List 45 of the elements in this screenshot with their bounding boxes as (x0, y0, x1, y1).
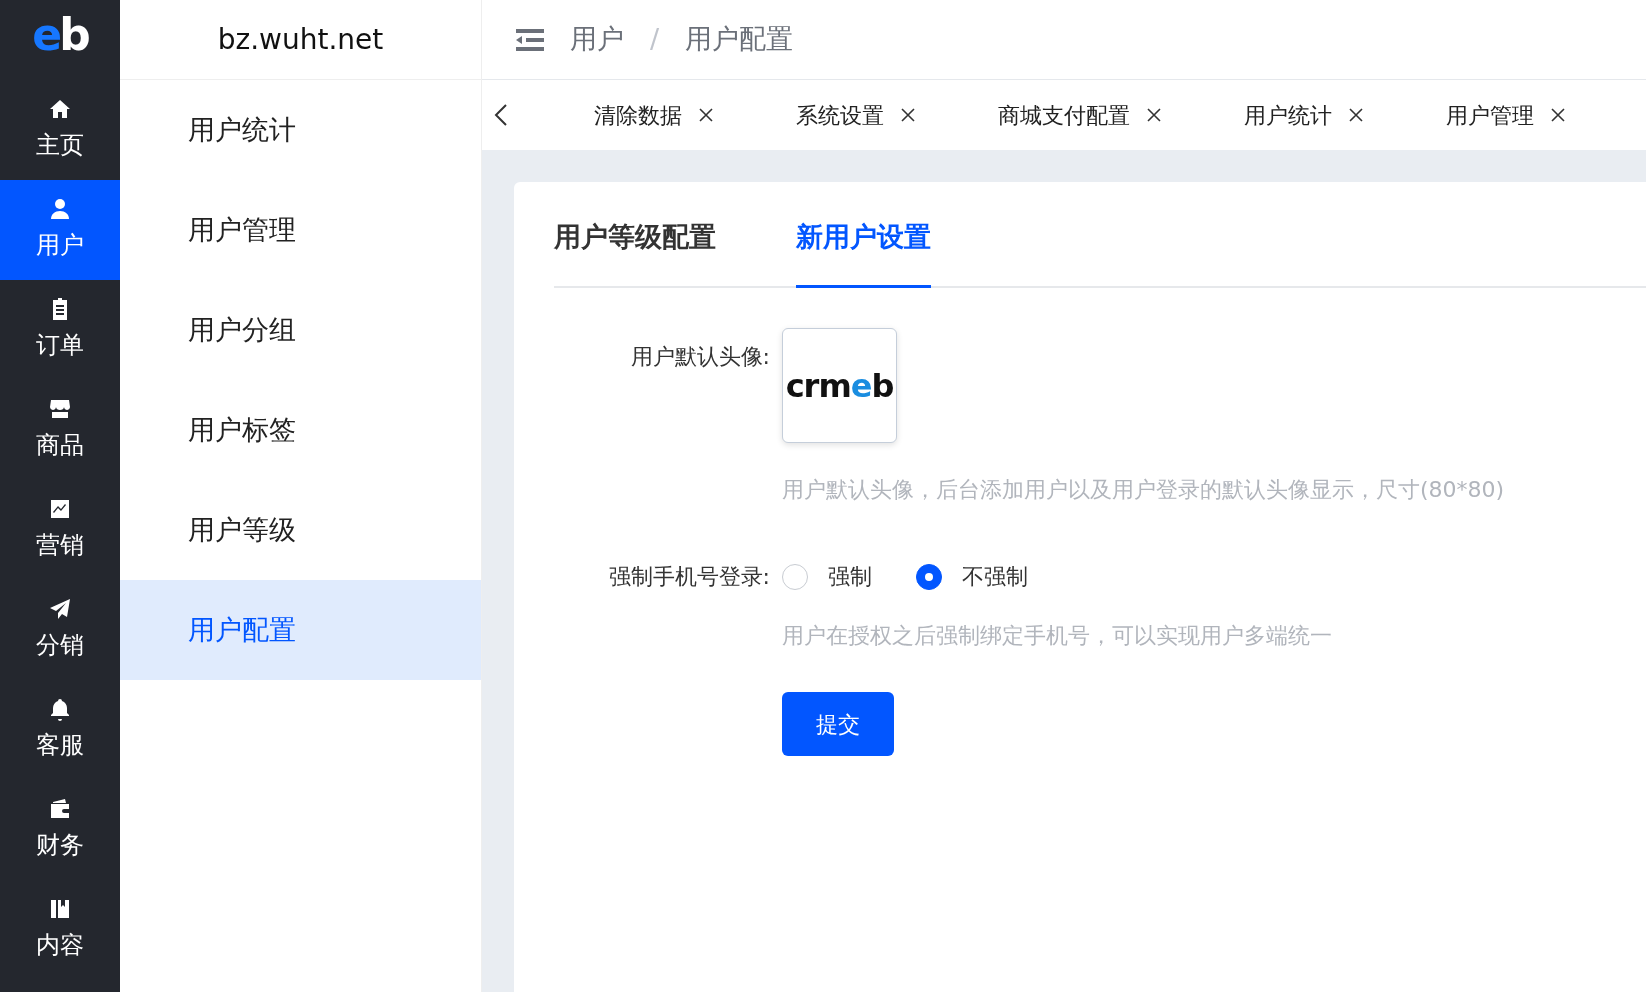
help-text: 用户在授权之后强制绑定手机号，可以实现用户多端统一 (782, 622, 1332, 650)
page-tab[interactable]: 用户统计 (1238, 97, 1370, 133)
field-label: 用户默认头像: (629, 343, 771, 371)
settings-tab[interactable]: 用户等级配置 (554, 216, 716, 288)
chart-icon (48, 497, 72, 521)
user-icon (48, 197, 72, 221)
avatar-image[interactable]: crmeb (782, 328, 897, 443)
store-icon (48, 397, 72, 421)
nav-item[interactable]: 内容 (0, 880, 120, 980)
radio-option[interactable]: 不强制 (916, 560, 1028, 593)
close-icon[interactable] (1348, 107, 1364, 123)
radio-option[interactable]: 强制 (782, 560, 872, 593)
nav-item[interactable]: 商品 (0, 380, 120, 480)
chevron-left-icon[interactable] (494, 103, 508, 127)
nav-item[interactable]: 主页 (0, 80, 120, 180)
bell-icon (48, 697, 72, 721)
plane-icon (48, 597, 72, 621)
home-icon (48, 97, 72, 121)
settings-tab[interactable]: 新用户设置 (796, 216, 931, 288)
breadcrumb-item: 用户配置 (685, 22, 794, 57)
close-icon[interactable] (698, 107, 714, 123)
page-tab[interactable]: 用户管理 (1440, 97, 1572, 133)
submit-button[interactable]: 提交 (782, 692, 894, 756)
help-text: 用户默认头像，后台添加用户以及用户登录的默认头像显示，尺寸(80*80) (782, 476, 1505, 504)
close-icon[interactable] (1550, 107, 1566, 123)
wallet-icon (48, 797, 72, 821)
nav-item[interactable]: 营销 (0, 480, 120, 580)
page-tab[interactable]: 商城支付配置 (992, 97, 1168, 133)
nav-item[interactable]: 订单 (0, 280, 120, 380)
breadcrumb-separator: / (650, 22, 660, 57)
radio-button[interactable] (916, 563, 942, 590)
page-tab[interactable]: 清除数据 (588, 97, 720, 133)
nav-item[interactable]: 财务 (0, 780, 120, 880)
page-tab[interactable]: 系统设置 (790, 97, 922, 133)
nav-item[interactable]: 客服 (0, 680, 120, 780)
close-icon[interactable] (900, 107, 916, 123)
logo: eb (31, 8, 90, 62)
submenu-item[interactable]: 用户配置 (120, 580, 481, 680)
book-icon (48, 897, 72, 921)
close-icon[interactable] (1146, 107, 1162, 123)
menu-icon[interactable] (516, 28, 544, 51)
nav-item[interactable]: 用户 (0, 180, 120, 280)
breadcrumb-item[interactable]: 用户 (570, 19, 624, 60)
nav-item[interactable]: 分销 (0, 580, 120, 680)
field-label: 强制手机号登录: (607, 563, 771, 591)
